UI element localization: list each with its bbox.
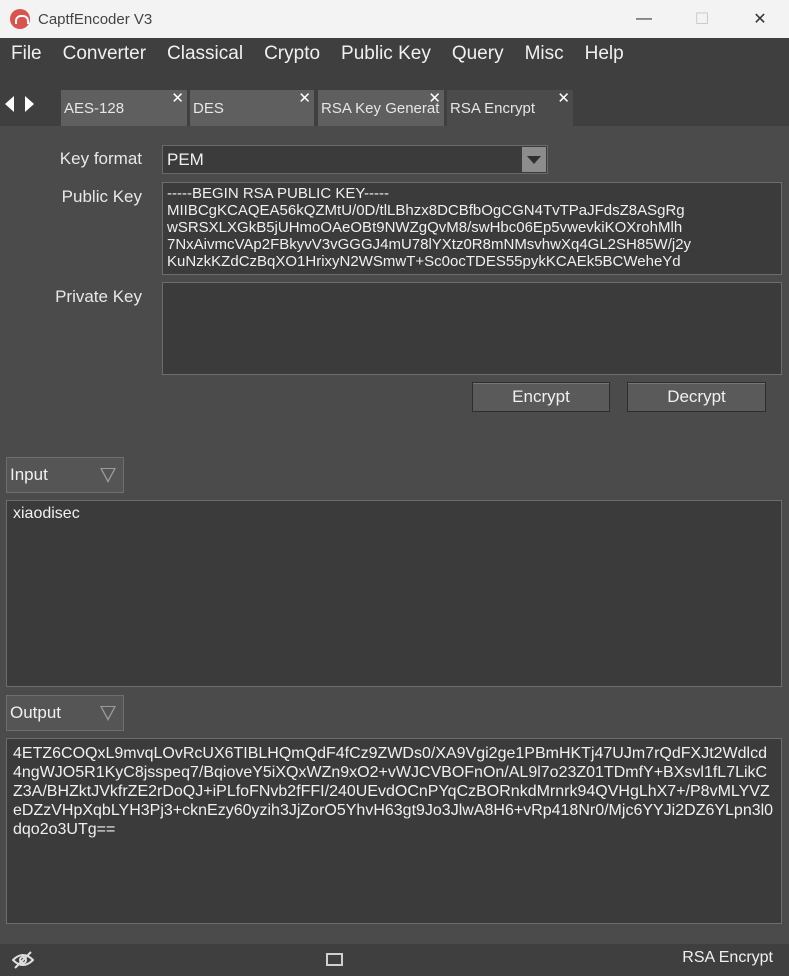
tab-label: AES-128 (64, 100, 125, 117)
status-bar: RSA Encrypt (0, 944, 789, 976)
close-window-button[interactable]: ✕ (731, 0, 789, 38)
key-format-label: Key format (59, 149, 142, 168)
menu-misc[interactable]: Misc (514, 43, 574, 65)
window-title: CaptfEncoder V3 (38, 10, 153, 28)
tab-close-icon[interactable]: ✕ (171, 90, 184, 107)
output-format-label: Output (10, 703, 62, 722)
decrypt-button[interactable]: Decrypt (627, 382, 766, 412)
private-key-label: Private Key (55, 287, 142, 306)
status-text: RSA Encrypt (682, 949, 773, 966)
input-format-select[interactable]: Input (6, 457, 124, 493)
public-key-label: Public Key (61, 187, 142, 206)
public-key-textarea[interactable]: -----BEGIN RSA PUBLIC KEY----- MIIBCgKCA… (162, 182, 782, 275)
output-format-select[interactable]: Output (6, 695, 124, 731)
tab-label: DES (193, 100, 224, 117)
chevron-down-icon[interactable] (522, 147, 546, 172)
window-icon[interactable] (326, 953, 343, 966)
eye-slash-icon[interactable] (12, 951, 34, 969)
encrypt-button[interactable]: Encrypt (472, 382, 610, 412)
tab-scroll-right-icon[interactable] (25, 96, 34, 112)
menu-crypto[interactable]: Crypto (253, 43, 330, 65)
key-format-value: PEM (167, 150, 204, 169)
tab-scroll-left-icon[interactable] (5, 96, 14, 112)
tab-close-icon[interactable]: ✕ (557, 90, 570, 107)
app-logo-icon (10, 9, 30, 29)
title-bar: CaptfEncoder V3 — ☐ ✕ (0, 0, 789, 38)
output-textarea[interactable]: 4ETZ6COQxL9mvqLOvRcUX6TIBLHQmQdF4fCz9ZWD… (6, 738, 782, 924)
tab-rsa-encrypt[interactable]: RSA Encrypt ✕ (447, 90, 573, 126)
menu-query[interactable]: Query (441, 43, 514, 65)
key-format-select[interactable]: PEM (162, 145, 548, 174)
menu-help[interactable]: Help (574, 43, 634, 65)
menu-classical[interactable]: Classical (156, 43, 253, 65)
minimize-button[interactable]: — (615, 0, 673, 38)
tab-label: RSA Key Generat (321, 100, 440, 117)
input-textarea[interactable]: xiaodisec (6, 500, 782, 687)
menu-public-key[interactable]: Public Key (330, 43, 441, 65)
menu-bar: File Converter Classical Crypto Public K… (0, 38, 789, 70)
chevron-down-icon (100, 468, 116, 483)
menu-file[interactable]: File (0, 43, 52, 65)
maximize-button[interactable]: ☐ (673, 0, 731, 38)
private-key-textarea[interactable] (162, 282, 782, 375)
input-format-label: Input (10, 465, 48, 484)
tab-close-icon[interactable]: ✕ (428, 90, 441, 107)
tab-label: RSA Encrypt (450, 100, 536, 117)
menu-converter[interactable]: Converter (52, 43, 156, 65)
tab-aes-128[interactable]: AES-128 ✕ (61, 90, 187, 126)
tab-strip: AES-128 ✕ DES ✕ RSA Key Generat ✕ RSA En… (0, 70, 789, 126)
tab-close-icon[interactable]: ✕ (298, 90, 311, 107)
tab-rsa-key-generate[interactable]: RSA Key Generat ✕ (318, 90, 444, 126)
window-controls: — ☐ ✕ (615, 0, 789, 38)
chevron-down-icon (100, 706, 116, 721)
tab-des[interactable]: DES ✕ (190, 90, 314, 126)
